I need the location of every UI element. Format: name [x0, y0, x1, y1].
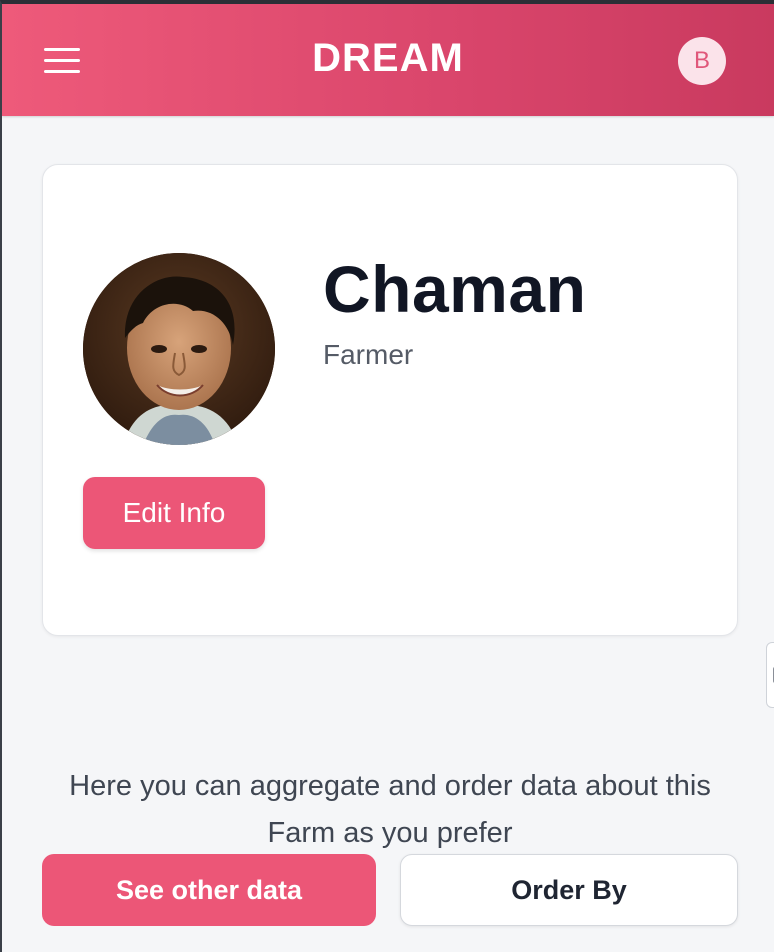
- profile-photo-illustration: [83, 253, 275, 445]
- profile-name: Chaman: [323, 252, 587, 326]
- brand-title: DREAM: [312, 36, 464, 80]
- top-navbar: DREAM B: [2, 4, 774, 116]
- profile-role: Farmer: [323, 339, 414, 370]
- edit-info-button[interactable]: Edit Info: [83, 477, 265, 549]
- profile-photo: [83, 253, 275, 445]
- app-frame: DREAM B Chaman Farmer Edit Info Here you…: [0, 0, 774, 952]
- profile-card: Chaman Farmer Edit Info: [42, 164, 738, 636]
- order-by-button[interactable]: Order By: [400, 854, 738, 926]
- user-avatar-button[interactable]: B: [678, 37, 726, 85]
- data-section-description: Here you can aggregate and order data ab…: [69, 770, 711, 849]
- side-panel-tab[interactable]: [766, 642, 774, 708]
- see-other-data-button[interactable]: See other data: [42, 854, 376, 926]
